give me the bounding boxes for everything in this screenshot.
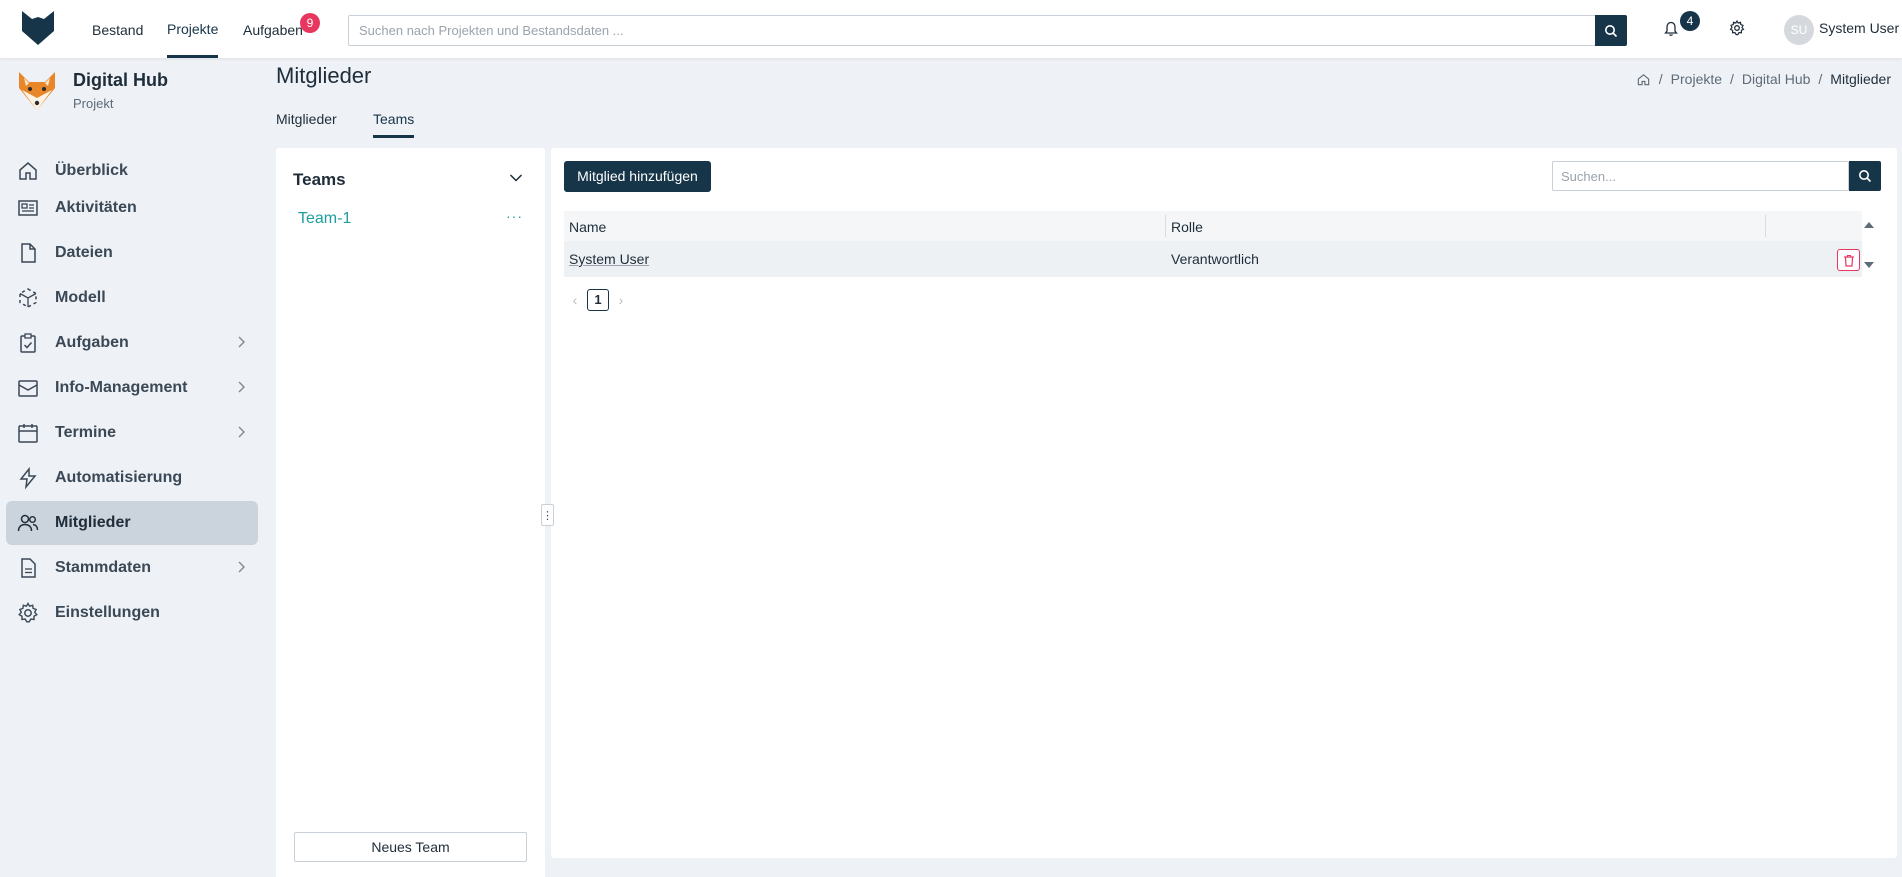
sidebar-item-label: Modell (55, 289, 106, 306)
team-more-options-button[interactable]: ··· (506, 208, 523, 224)
sidebar-item-label: Termine (55, 424, 117, 441)
sidebar-item-aktivitaeten[interactable]: Aktivitäten (6, 186, 258, 230)
teams-panel-title: Teams (293, 170, 346, 189)
breadcrumb-projekte[interactable]: Projekte (1671, 71, 1722, 87)
bell-icon (1664, 21, 1678, 36)
notifications-button[interactable] (1662, 19, 1680, 39)
users-icon (17, 514, 39, 532)
panel-resize-handle[interactable]: ⋮ (541, 504, 554, 526)
document-icon (21, 558, 36, 578)
delete-member-button[interactable] (1837, 249, 1860, 271)
breadcrumb-separator: / (1818, 71, 1823, 87)
sidebar-item-label: Aufgaben (55, 334, 129, 351)
search-icon (1605, 24, 1618, 37)
page-title: Mitglieder (276, 63, 372, 88)
model-cube-icon (19, 288, 37, 308)
global-search-field[interactable] (348, 15, 1596, 46)
scroll-down-arrow-icon[interactable] (1863, 260, 1875, 270)
notifications-count-badge: 4 (1680, 11, 1700, 31)
nav-aufgaben[interactable]: Aufgaben (243, 0, 303, 58)
user-name[interactable]: System User (1819, 20, 1899, 36)
breadcrumb-digital-hub[interactable]: Digital Hub (1742, 71, 1810, 87)
sidebar-item-label: Aktivitäten (55, 199, 137, 216)
column-divider[interactable] (1765, 215, 1766, 237)
user-avatar[interactable]: SU (1784, 15, 1814, 45)
sidebar-item-label: Überblick (55, 162, 128, 179)
scroll-up-arrow-icon[interactable] (1863, 220, 1875, 230)
member-name-cell[interactable]: System User (569, 251, 649, 267)
nav-projekte[interactable]: Projekte (167, 0, 219, 58)
breadcrumb: / Projekte / Digital Hub / Mitglieder (1636, 71, 1891, 87)
members-search-field[interactable] (1552, 161, 1849, 191)
trash-icon (1843, 254, 1854, 267)
breadcrumb-separator: / (1658, 71, 1663, 87)
gear-icon (18, 602, 38, 623)
column-header-rolle[interactable]: Rolle (1171, 219, 1203, 235)
column-header-name[interactable]: Name (569, 219, 606, 235)
global-search-input[interactable] (349, 16, 1595, 45)
sidebar-item-mitglieder[interactable]: Mitglieder (6, 501, 258, 545)
breadcrumb-separator: / (1730, 71, 1734, 87)
project-subtitle: Projekt (73, 96, 114, 111)
sidebar-item-label: Mitglieder (55, 514, 131, 531)
teams-panel: Teams Team-1 ··· Neues Team (276, 148, 545, 877)
chevron-right-icon (238, 381, 245, 393)
tab-teams[interactable]: Teams (373, 111, 415, 138)
gear-icon (1729, 20, 1745, 36)
home-icon (19, 162, 37, 180)
sidebar-item-stammdaten[interactable]: Stammdaten (6, 546, 258, 590)
previous-page-button[interactable]: ‹ (569, 292, 581, 308)
next-page-button[interactable]: › (615, 292, 627, 308)
team-list-item[interactable]: Team-1 (298, 210, 351, 228)
chevron-down-icon[interactable] (508, 170, 524, 186)
global-search-button[interactable] (1595, 15, 1627, 46)
member-role-cell: Verantwortlich (1171, 251, 1259, 267)
calendar-icon (18, 424, 38, 443)
pagination: ‹ 1 › (569, 289, 627, 311)
sidebar-item-label: Info-Management (55, 379, 188, 396)
sidebar-item-termine[interactable]: Termine (6, 411, 258, 455)
sidebar-item-info-management[interactable]: Info-Management (6, 366, 258, 410)
sidebar-item-label: Einstellungen (55, 604, 160, 621)
table-row[interactable]: System User Verantwortlich (564, 241, 1862, 277)
nav-bestand[interactable]: Bestand (92, 0, 143, 58)
app-logo-icon[interactable] (20, 9, 56, 47)
sidebar-item-label: Dateien (55, 244, 113, 261)
project-name: Digital Hub (73, 70, 168, 90)
home-icon[interactable] (1636, 72, 1651, 87)
newspaper-icon (18, 200, 38, 216)
sidebar-item-dateien[interactable]: Dateien (6, 231, 258, 275)
sidebar: Digital Hub Projekt Überblick Aktivitäte… (0, 58, 264, 877)
sidebar-item-label: Stammdaten (55, 559, 152, 576)
chevron-right-icon (238, 426, 245, 438)
members-table-header: Name Rolle (564, 211, 1862, 241)
members-search-button[interactable] (1849, 161, 1881, 191)
add-member-button[interactable]: Mitglied hinzufügen (564, 161, 711, 192)
members-search-input[interactable] (1553, 162, 1848, 190)
settings-button[interactable] (1728, 19, 1746, 37)
inbox-icon (18, 380, 38, 397)
sidebar-item-aufgaben[interactable]: Aufgaben (6, 321, 258, 365)
new-team-button[interactable]: Neues Team (294, 832, 527, 862)
sidebar-item-label: Automatisierung (55, 469, 183, 486)
top-bar: Bestand Projekte Aufgaben 9 4 SU System … (0, 0, 1902, 58)
tab-mitglieder[interactable]: Mitglieder (276, 111, 337, 135)
breadcrumb-current: Mitglieder (1830, 71, 1891, 87)
sidebar-item-automatisierung[interactable]: Automatisierung (6, 456, 258, 500)
project-fox-icon (19, 72, 55, 110)
chevron-right-icon (238, 336, 245, 348)
column-divider[interactable] (1165, 215, 1166, 237)
page-number-button[interactable]: 1 (587, 289, 609, 311)
lightning-icon (19, 466, 37, 490)
sidebar-item-einstellungen[interactable]: Einstellungen (6, 591, 258, 635)
search-icon (1859, 170, 1872, 183)
sidebar-item-modell[interactable]: Modell (6, 276, 258, 320)
chevron-right-icon (238, 561, 245, 573)
members-panel: Mitglied hinzufügen Name Rolle System Us… (551, 148, 1897, 858)
aufgaben-count-badge: 9 (300, 13, 320, 33)
file-icon (21, 243, 36, 263)
clipboard-check-icon (20, 333, 36, 353)
